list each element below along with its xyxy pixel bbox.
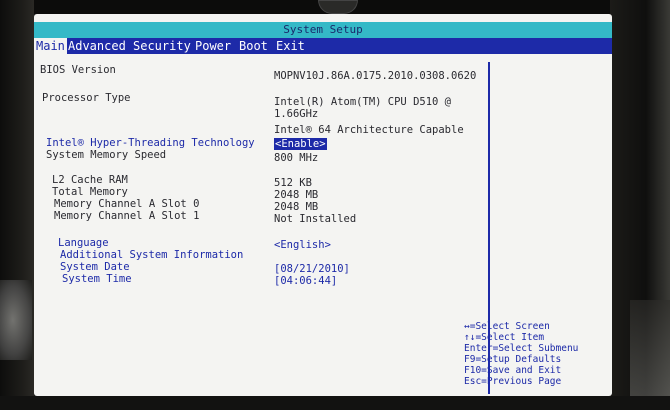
bios-version-value: MOPNV10J.86A.0175.2010.0308.0620 <box>274 70 477 82</box>
total-memory-label: Total Memory <box>52 186 128 198</box>
tab-main[interactable]: Main <box>34 38 67 54</box>
background-object <box>630 300 670 410</box>
help-select-item: ↑↓=Select Item <box>464 332 545 343</box>
slot0-value: 2048 MB <box>274 201 319 213</box>
additional-info-label[interactable]: Additional System Information <box>60 249 243 261</box>
system-date-value[interactable]: [08/21/2010] <box>274 263 350 275</box>
slot0-label: Memory Channel A Slot 0 <box>54 198 200 210</box>
hyperthreading-value[interactable]: <Enable> <box>274 138 327 150</box>
tab-boot[interactable]: Boot <box>237 38 270 54</box>
total-memory-value: 2048 MB <box>274 189 319 201</box>
tab-advanced[interactable]: Advanced <box>66 38 128 54</box>
memory-speed-value: 800 MHz <box>274 152 319 164</box>
monitor-bezel-bottom <box>0 396 670 410</box>
system-time-label[interactable]: System Time <box>62 273 132 285</box>
tab-security[interactable]: Security <box>131 38 193 54</box>
l2-cache-value: 512 KB <box>274 177 312 189</box>
slot1-label: Memory Channel A Slot 1 <box>54 210 200 222</box>
help-select-submenu: Enter=Select Submenu <box>464 343 579 354</box>
help-setup-defaults: F9=Setup Defaults <box>464 354 562 365</box>
l2-cache-label: L2 Cache RAM <box>52 174 128 186</box>
language-label[interactable]: Language <box>58 237 109 249</box>
tab-power[interactable]: Power <box>193 38 233 54</box>
slot1-value: Not Installed <box>274 213 357 225</box>
processor-type-label: Processor Type <box>42 92 131 104</box>
hyperthreading-label[interactable]: Intel® Hyper-Threading Technology <box>46 137 255 149</box>
bios-screen: System Setup Main Advanced Security Powe… <box>34 14 612 396</box>
title-bar: System Setup <box>34 22 612 38</box>
tab-exit[interactable]: Exit <box>274 38 307 54</box>
system-time-value[interactable]: [04:06:44] <box>274 275 337 287</box>
help-select-screen: ↔=Select Screen <box>464 321 550 332</box>
processor-line3: Intel® 64 Architecture Capable <box>274 124 464 136</box>
system-date-label[interactable]: System Date <box>60 261 130 273</box>
background-object <box>0 280 32 360</box>
processor-line1: Intel(R) Atom(TM) CPU D510 @ <box>274 96 452 108</box>
menu-bar: Main Advanced Security Power Boot Exit <box>34 38 612 54</box>
bios-version-label: BIOS Version <box>40 64 116 76</box>
memory-speed-label: System Memory Speed <box>46 149 167 161</box>
language-value[interactable]: <English> <box>274 239 331 251</box>
help-save-exit: F10=Save and Exit <box>464 365 562 376</box>
help-previous-page: Esc=Previous Page <box>464 376 562 387</box>
processor-line2: 1.66GHz <box>274 108 319 120</box>
window-title: System Setup <box>283 23 363 36</box>
